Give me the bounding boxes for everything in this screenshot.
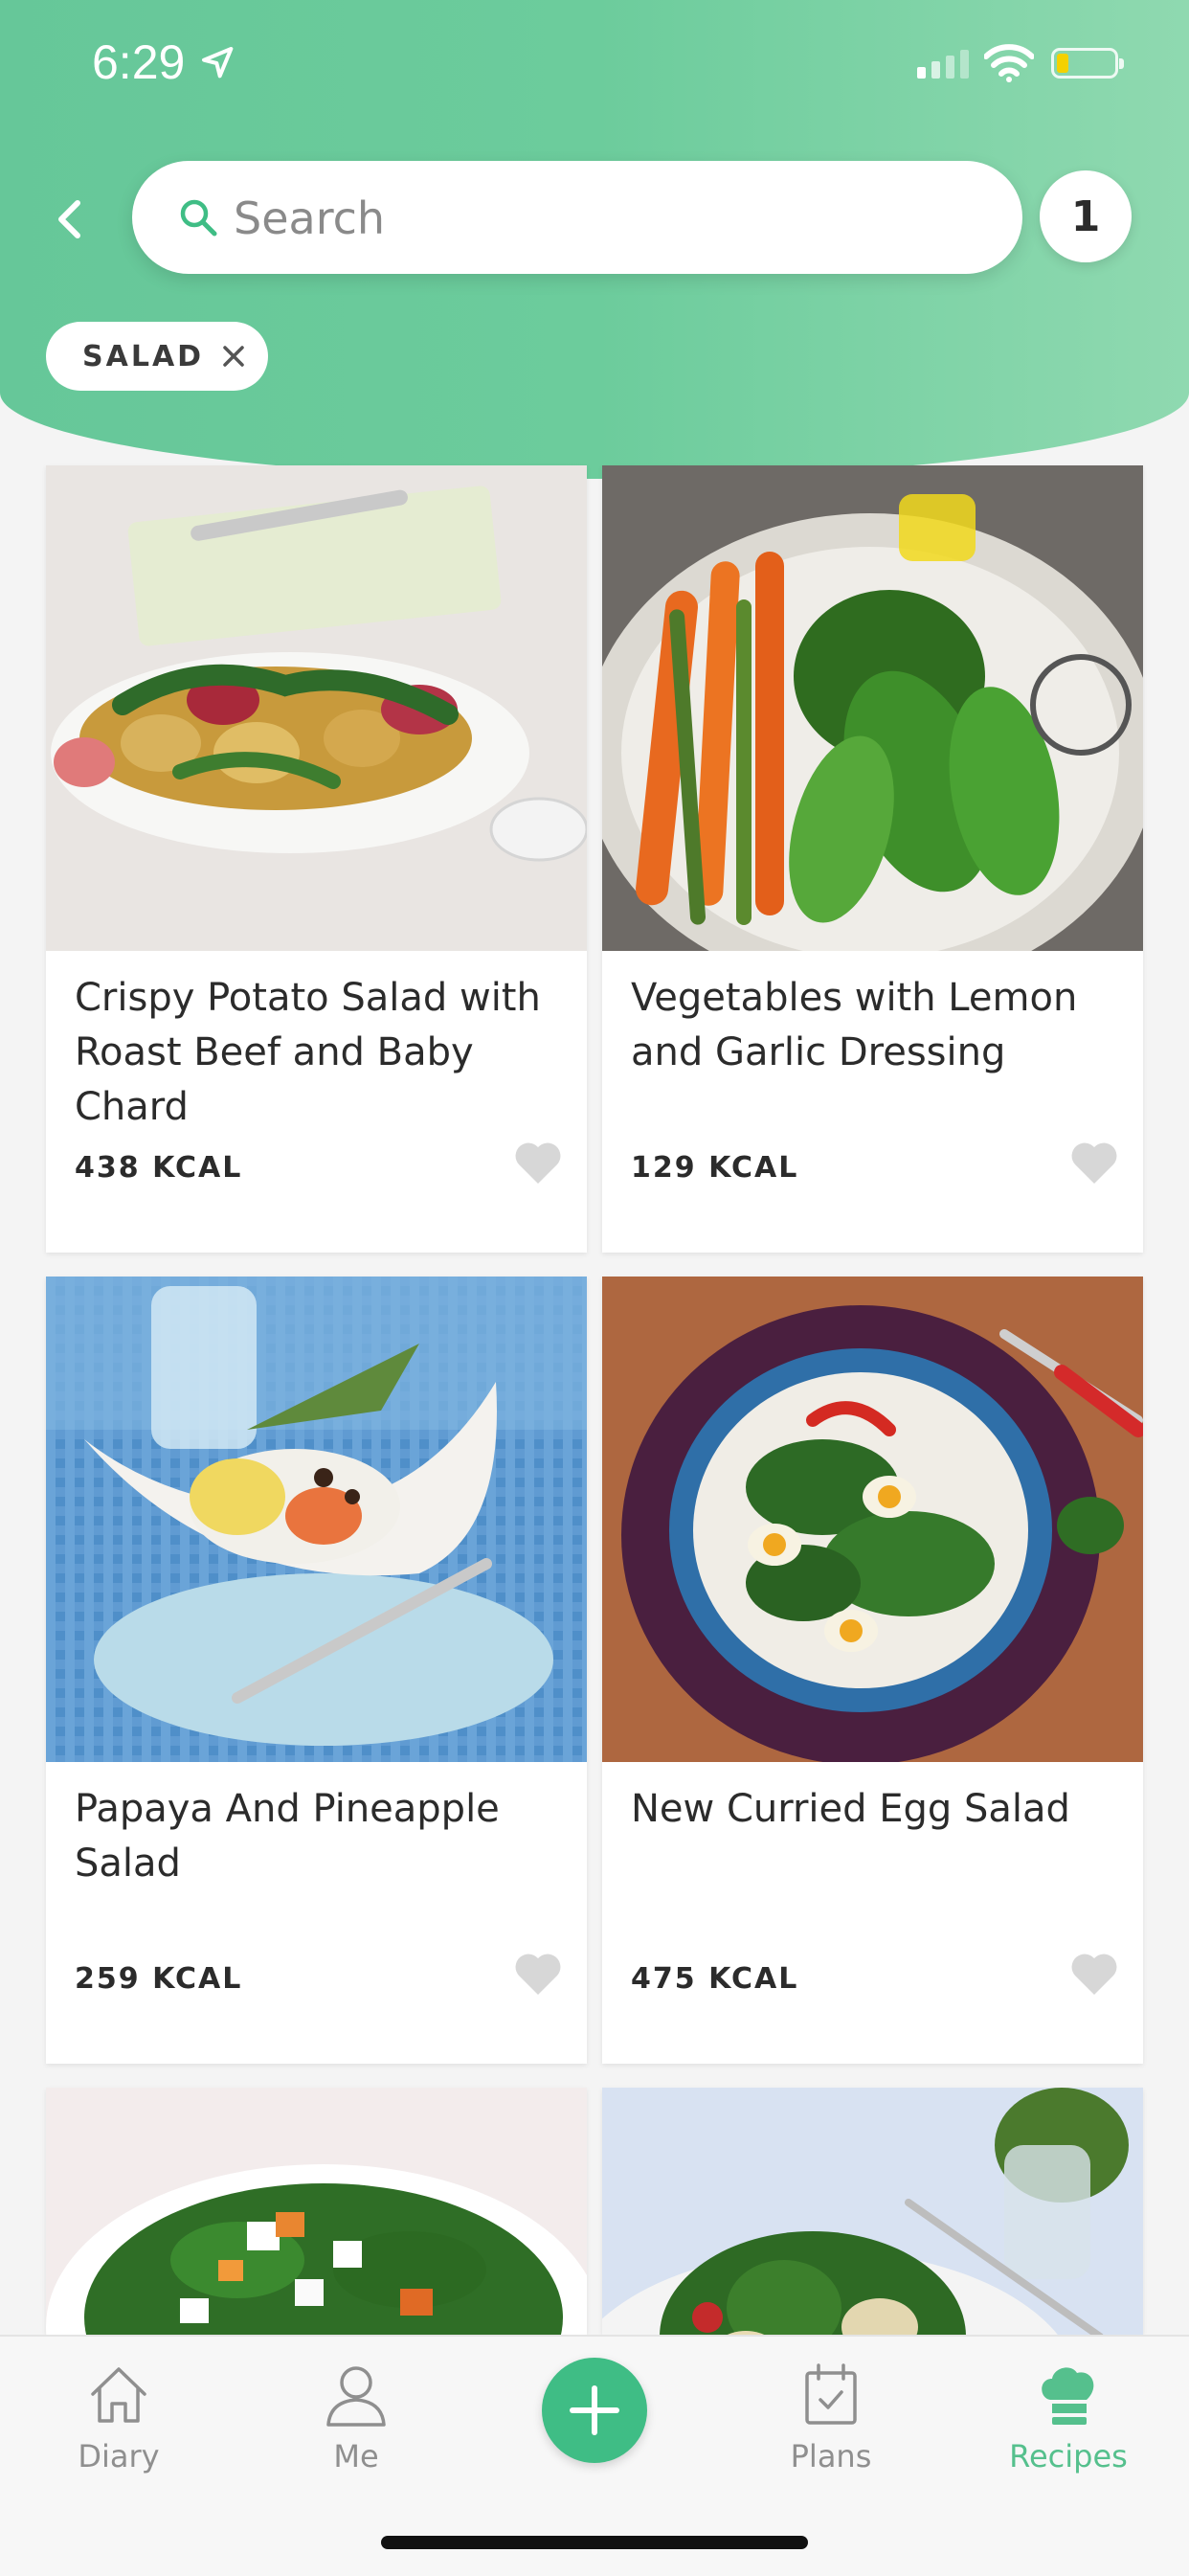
vegetables-photo xyxy=(602,465,1143,951)
tab-me[interactable]: Me xyxy=(260,2358,452,2501)
status-time: 6:29 xyxy=(92,35,186,89)
add-button[interactable] xyxy=(542,2358,647,2463)
battery-level xyxy=(1057,54,1068,73)
tab-plans[interactable]: Plans xyxy=(735,2358,927,2501)
filter-chip-label: SALAD xyxy=(82,339,205,373)
home-indicator xyxy=(381,2536,808,2549)
recipe-title: New Curried Egg Salad xyxy=(631,1787,1070,1831)
tab-label: Plans xyxy=(790,2438,872,2474)
house-icon xyxy=(91,2367,146,2423)
recipe-kcal: 438 KCAL xyxy=(75,1151,243,1185)
tab-diary[interactable]: Diary xyxy=(23,2358,214,2501)
chef-hat-icon xyxy=(1042,2367,1094,2425)
chevron-left-icon xyxy=(58,200,80,238)
recipe-card[interactable] xyxy=(46,2088,587,2335)
recipe-image[interactable] xyxy=(602,2088,1143,2335)
location-arrow-icon xyxy=(202,47,234,79)
plus-icon xyxy=(570,2385,619,2435)
status-bar: 6:29 xyxy=(0,0,1189,124)
close-icon[interactable] xyxy=(218,341,249,372)
recipe-kcal: 129 KCAL xyxy=(631,1151,799,1185)
tab-label: Recipes xyxy=(1009,2438,1128,2474)
heart-icon[interactable] xyxy=(1069,1140,1119,1186)
tab-label: Diary xyxy=(78,2438,160,2474)
heart-icon[interactable] xyxy=(513,1951,563,1997)
tab-label: Me xyxy=(333,2438,379,2474)
recipe-title: Papaya And Pineapple Salad xyxy=(75,1787,500,1886)
pasta-salad-photo xyxy=(602,2088,1143,2335)
papaya-salad-photo xyxy=(46,1277,587,1762)
tab-recipes[interactable]: Recipes xyxy=(973,2358,1164,2501)
recipe-card[interactable]: Crispy Potato Salad with Roast Beef and … xyxy=(46,465,587,1253)
tab-bar: Diary Me Plans Recipes xyxy=(0,2335,1189,2576)
recipe-image[interactable] xyxy=(46,465,587,951)
recipe-image[interactable] xyxy=(602,465,1143,951)
recipe-image[interactable] xyxy=(602,1277,1143,1762)
cellular-signal-icon xyxy=(917,50,969,79)
search-input[interactable] xyxy=(232,180,982,257)
recipe-kcal: 259 KCAL xyxy=(75,1962,243,1996)
back-button[interactable] xyxy=(42,186,96,253)
recipe-card[interactable] xyxy=(602,2088,1143,2335)
filter-count-button[interactable]: 1 xyxy=(1040,170,1132,262)
recipe-image[interactable] xyxy=(46,1277,587,1762)
header: 6:29 1 SALAD xyxy=(0,0,1189,479)
feta-salad-photo xyxy=(46,2088,587,2335)
person-icon xyxy=(326,2366,386,2427)
egg-salad-photo xyxy=(602,1277,1143,1762)
search-icon xyxy=(180,199,217,237)
heart-icon[interactable] xyxy=(1069,1951,1119,1997)
recipe-title: Vegetables with Lemon and Garlic Dressin… xyxy=(631,976,1078,1074)
recipe-title: Crispy Potato Salad with Roast Beef and … xyxy=(75,976,541,1129)
calendar-check-icon xyxy=(805,2363,857,2425)
recipe-card[interactable]: Papaya And Pineapple Salad 259 KCAL xyxy=(46,1277,587,2064)
recipe-kcal: 475 KCAL xyxy=(631,1962,799,1996)
recipe-image[interactable] xyxy=(46,2088,587,2335)
battery-icon xyxy=(1051,48,1124,79)
search-bar[interactable] xyxy=(132,161,1022,274)
recipe-card[interactable]: New Curried Egg Salad 475 KCAL xyxy=(602,1277,1143,2064)
recipe-card[interactable]: Vegetables with Lemon and Garlic Dressin… xyxy=(602,465,1143,1253)
heart-icon[interactable] xyxy=(513,1140,563,1186)
potato-salad-photo xyxy=(46,465,587,951)
filter-chip-salad[interactable]: SALAD xyxy=(46,322,268,391)
wifi-icon xyxy=(984,44,1034,82)
